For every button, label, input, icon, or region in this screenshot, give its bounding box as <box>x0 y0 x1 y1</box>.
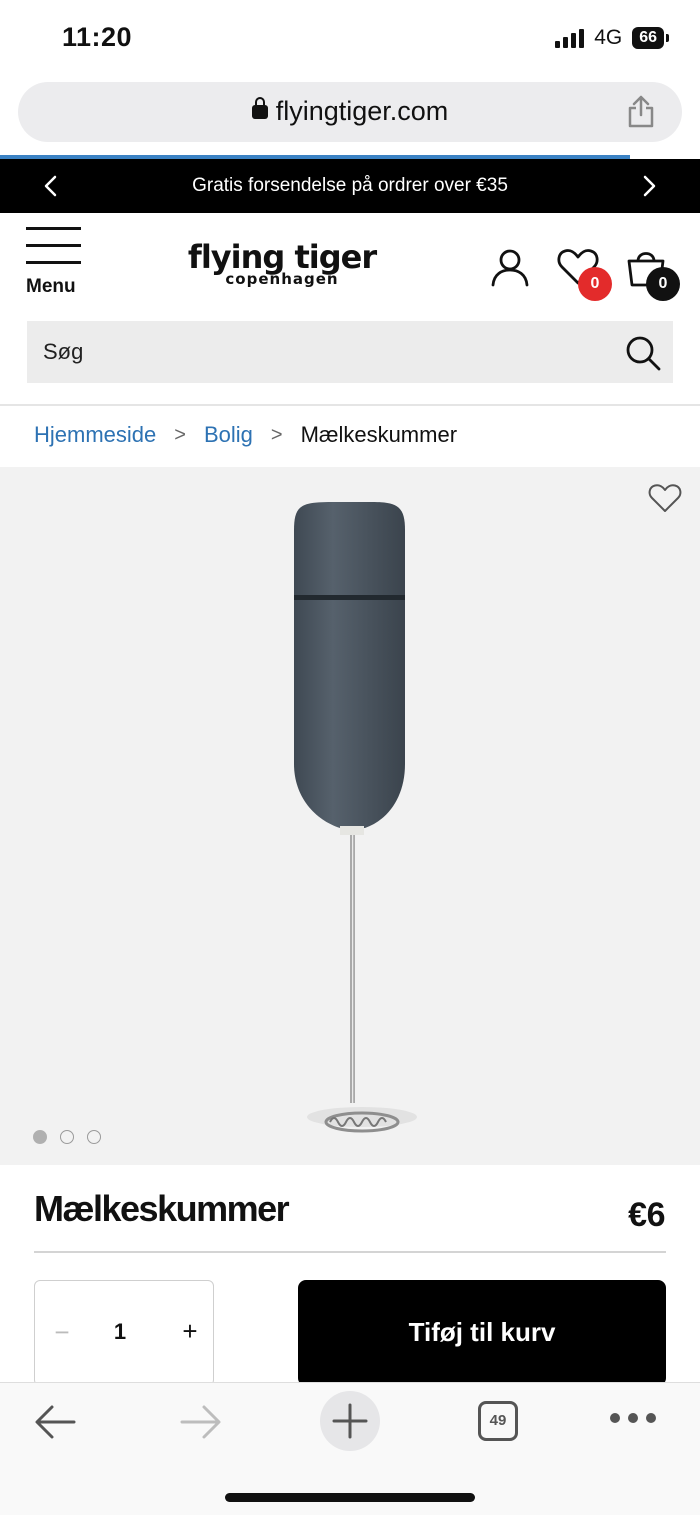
battery-icon: 66 <box>632 27 669 49</box>
forward-arrow-icon[interactable] <box>180 1403 222 1441</box>
product-gallery[interactable] <box>0 467 700 1165</box>
breadcrumb-current: Mælkeskummer <box>300 422 458 447</box>
wishlist-count-badge: 0 <box>578 267 612 301</box>
wishlist-heart-icon[interactable] <box>648 481 682 515</box>
quantity-increase-button[interactable]: + <box>175 1316 205 1347</box>
search-input[interactable] <box>43 321 603 383</box>
signal-icon <box>555 28 585 48</box>
home-indicator <box>225 1493 475 1502</box>
browser-toolbar: 49 <box>0 1382 700 1515</box>
new-tab-button[interactable] <box>320 1391 380 1451</box>
milk-frother-image <box>294 502 417 1133</box>
cart-count-badge: 0 <box>646 267 680 301</box>
add-to-cart-button[interactable]: Tiføj til kurv <box>298 1280 666 1386</box>
user-icon[interactable] <box>490 247 530 287</box>
logo-main: flying tiger <box>187 238 377 276</box>
chevron-right-icon: > <box>174 423 186 446</box>
search-icon[interactable] <box>625 335 661 371</box>
logo[interactable]: flying tiger copenhagen <box>186 241 378 288</box>
more-options-icon[interactable] <box>610 1413 656 1423</box>
back-arrow-icon[interactable] <box>34 1403 76 1441</box>
divider <box>34 1251 666 1253</box>
chevron-right-icon: > <box>270 423 283 446</box>
url-display[interactable]: flyingtiger.com <box>18 96 682 127</box>
hamburger-icon <box>26 227 84 264</box>
promo-banner: Gratis forsendelse på ordrer over €35 <box>0 159 700 213</box>
lock-icon <box>251 97 268 119</box>
divider <box>0 404 700 406</box>
pagination-dot[interactable] <box>87 1130 101 1144</box>
chevron-right-icon[interactable] <box>636 173 662 199</box>
promo-text: Gratis forsendelse på ordrer over €35 <box>192 175 508 196</box>
menu-label: Menu <box>26 276 76 297</box>
pagination-dot[interactable] <box>60 1130 74 1144</box>
network-type: 4G <box>594 26 623 49</box>
quantity-stepper: − 1 + <box>34 1280 214 1386</box>
share-icon[interactable] <box>626 94 656 128</box>
search-bar <box>27 321 673 383</box>
image-pagination <box>33 1130 101 1144</box>
quantity-decrease-button[interactable]: − <box>47 1317 77 1348</box>
status-time: 11:20 <box>62 22 133 52</box>
url-text: flyingtiger.com <box>275 96 449 126</box>
site-header: Menu flying tiger copenhagen 0 0 <box>0 213 700 318</box>
breadcrumb-home[interactable]: Hjemmeside <box>34 422 156 448</box>
breadcrumb: Hjemmeside > Bolig > Mælkeskummer <box>34 422 457 448</box>
menu-button[interactable]: Menu <box>26 227 84 299</box>
status-bar: 11:20 4G 66 <box>0 0 700 78</box>
product-price: €6 <box>628 1196 665 1234</box>
tabs-count-button[interactable]: 49 <box>478 1401 518 1441</box>
status-indicators: 4G 66 <box>555 26 669 50</box>
pagination-dot-active[interactable] <box>33 1130 47 1144</box>
quantity-value[interactable]: 1 <box>105 1319 135 1345</box>
product-title: Mælkeskummer <box>34 1188 290 1229</box>
breadcrumb-bolig[interactable]: Bolig <box>204 422 253 448</box>
plus-icon <box>332 1403 368 1439</box>
address-bar[interactable]: flyingtiger.com <box>18 82 682 142</box>
